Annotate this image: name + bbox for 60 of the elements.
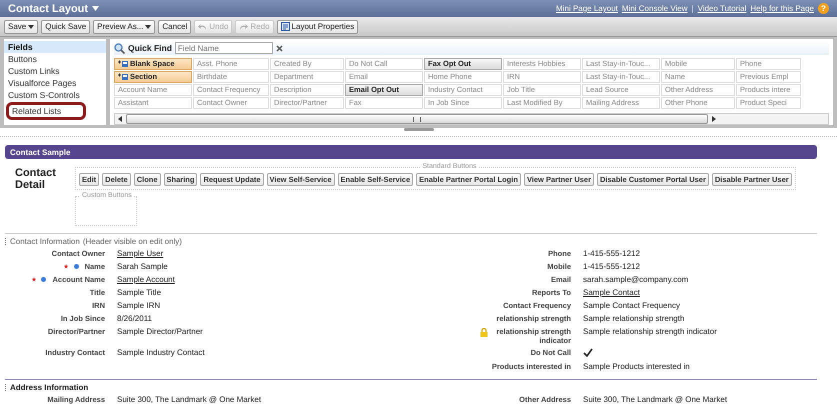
field-value: Sample Director/Partner [117,327,203,338]
search-icon [114,42,125,54]
header-link[interactable]: Help for this Page [750,4,814,13]
link-separator: | [692,4,694,13]
properties-icon [280,22,290,31]
section-title: Contact Information [10,237,80,246]
clear-icon[interactable] [276,44,283,52]
field-value: 1-415-555-1212 [583,249,640,259]
add-element-icon [118,60,128,68]
redo-icon [239,22,248,30]
quick-find-label: Quick Find [128,43,172,53]
field-value: Sarah Sample [117,262,168,272]
section-note: (Header visible on edit only) [82,237,182,246]
detail-title: Contact Detail [15,167,57,193]
scroll-grip-icon [412,116,421,122]
preview-title: Contact Sample [10,148,70,156]
header-link[interactable]: Video Tutorial [698,4,746,13]
sidebar-item[interactable]: Custom S-Controls [4,89,106,101]
field-value: Sample relationship strength [583,314,684,324]
layout-title-menu[interactable]: Contact Layout [8,2,100,14]
field-value: Sample relationship strength indicator [583,327,717,338]
scroll-right-icon[interactable] [712,116,716,122]
toolbar-button[interactable]: Quick Save [41,20,90,34]
field-value: Sample IRN [117,301,160,311]
section-title: Address Information [10,383,88,392]
undo-icon [198,22,208,30]
field-link[interactable]: Sample Account [117,275,175,285]
sidebar-item[interactable]: Fields [4,41,106,53]
drag-handle-icon[interactable] [5,384,7,391]
header-link[interactable]: Mini Console View [622,4,688,13]
toolbar-button[interactable]: Cancel [158,20,192,34]
field-value: Suite 300, The Landmark @ One Market [583,395,728,405]
add-element-icon [118,73,128,81]
field-value: Sample Products interested in [583,362,690,372]
help-icon[interactable]: ? [818,3,829,14]
toolbar-button[interactable]: Preview As... [93,20,156,34]
sidebar-item[interactable]: Related Lists [6,102,86,120]
field-link[interactable]: Sample User [117,249,164,259]
field-value: Sample Industry Contact [117,348,205,359]
field-value: Suite 300, The Landmark @ One Market [117,395,262,405]
sidebar-item[interactable]: Buttons [4,53,106,65]
caret-icon [145,24,152,28]
toolbar-button[interactable]: Layout Properties [276,20,358,34]
field-value: 8/26/2011 [117,314,152,324]
horizontal-scrollbar[interactable] [114,113,829,125]
field-value: Sample Contact Frequency [583,301,680,311]
field-value: 1-415-555-1212 [583,262,640,272]
field-link[interactable]: Sample Contact [583,288,640,298]
quick-find-field[interactable]: Field Name [174,42,273,54]
toolbar-button[interactable]: Save [4,20,38,34]
field-value: Sample Title [117,288,162,298]
sidebar-item[interactable]: Visualforce Pages [4,77,106,89]
caret-icon [28,24,34,28]
scroll-left-icon[interactable] [118,116,122,122]
header-link[interactable]: Mini Page Layout [556,4,618,13]
field-value: sarah.sample@company.com [583,275,688,285]
sidebar-item[interactable]: Custom Links [4,65,106,77]
splitter-handle[interactable] [404,128,434,131]
drag-handle-icon[interactable] [5,238,7,245]
caret-icon [92,6,100,11]
